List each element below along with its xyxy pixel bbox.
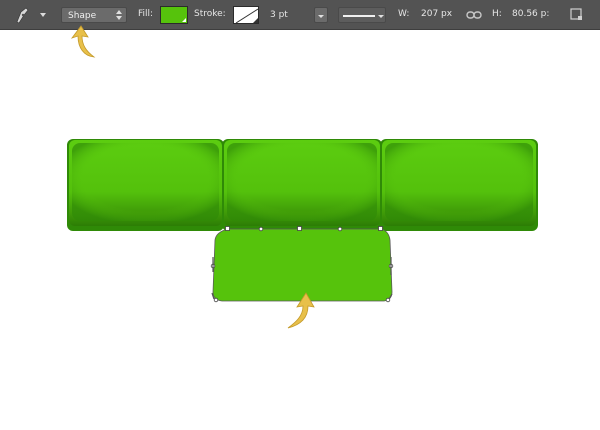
- chevron-down-icon[interactable]: [39, 11, 47, 19]
- width-input[interactable]: 207 px: [421, 10, 452, 19]
- green-key-right: [380, 139, 538, 231]
- stroke-type-dropdown[interactable]: [338, 7, 386, 23]
- fill-color-swatch[interactable]: [160, 6, 188, 24]
- tool-mode-label: Shape: [68, 11, 97, 21]
- new-shape-path[interactable]: [212, 228, 393, 302]
- path-align-icon[interactable]: [569, 7, 583, 21]
- chevron-down-icon: [318, 15, 324, 18]
- stroke-width-dropdown[interactable]: [314, 7, 328, 23]
- no-stroke-icon: [235, 8, 258, 23]
- width-label: W:: [398, 9, 410, 19]
- stroke-color-swatch[interactable]: [233, 6, 259, 24]
- swatch-corner-icon: [178, 18, 186, 22]
- tool-mode-dropdown[interactable]: Shape: [61, 7, 127, 23]
- pen-icon[interactable]: [14, 6, 34, 24]
- green-key-middle: [222, 139, 382, 231]
- canvas: [67, 139, 538, 329]
- fill-label: Fill:: [138, 9, 154, 19]
- height-input[interactable]: 80.56 p:: [512, 10, 549, 19]
- solid-line-icon: [343, 15, 384, 18]
- green-key-left: [67, 139, 224, 231]
- stroke-width-field[interactable]: 3 pt: [268, 8, 314, 22]
- updown-arrows-icon: [116, 10, 122, 20]
- height-label: H:: [492, 9, 502, 19]
- stroke-label: Stroke:: [194, 9, 226, 19]
- stroke-width-value: 3 pt: [270, 10, 288, 20]
- link-icon[interactable]: [466, 9, 482, 21]
